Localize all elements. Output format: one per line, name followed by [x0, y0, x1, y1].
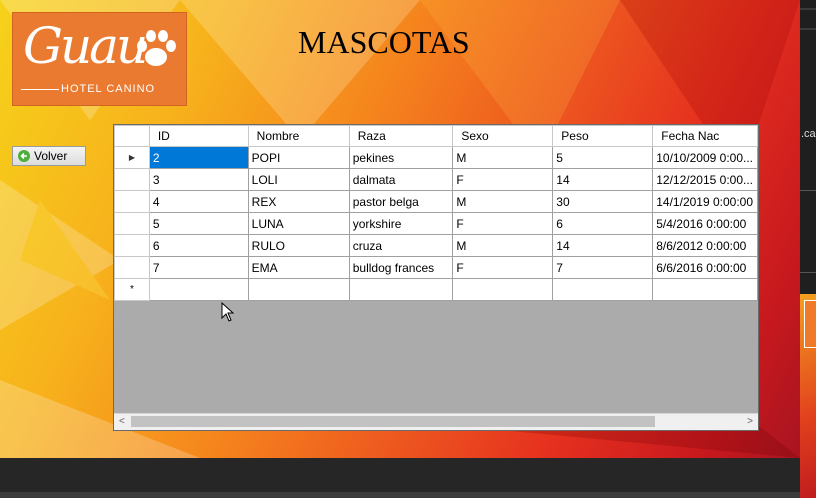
grid-cell[interactable]: [247, 278, 350, 301]
grid-cell[interactable]: F: [452, 168, 554, 191]
column-header-id[interactable]: ID: [148, 125, 249, 147]
grid-cell[interactable]: 7: [552, 256, 654, 279]
grid-cell[interactable]: M: [452, 234, 554, 257]
table-row[interactable]: 7 EMA bulldog frances F 7 6/6/2016 0:00:…: [114, 256, 758, 279]
logo-brand-text: Guau: [23, 17, 148, 75]
grid-cell[interactable]: yorkshire: [348, 212, 454, 235]
grid-cell[interactable]: [552, 278, 654, 301]
grid-cell[interactable]: 4: [148, 190, 249, 213]
column-header-peso[interactable]: Peso: [552, 125, 654, 147]
grid-cell[interactable]: 30: [552, 190, 654, 213]
grid-cell[interactable]: 6/6/2016 0:00:00: [652, 256, 758, 279]
logo-subtitle: HOTEL CANINO: [61, 83, 156, 95]
grid-cell[interactable]: 2: [148, 146, 249, 169]
grid-cell[interactable]: 14: [552, 168, 654, 191]
grid-cell[interactable]: 5: [552, 146, 654, 169]
grid-cell[interactable]: 6: [552, 212, 654, 235]
grid-cell[interactable]: 10/10/2009 0:00...: [652, 146, 758, 169]
column-header-nombre[interactable]: Nombre: [247, 125, 350, 147]
grid-cell[interactable]: M: [452, 146, 554, 169]
mascotas-data-grid[interactable]: ID Nombre Raza Sexo Peso Fecha Nac ▶ 2 P…: [113, 124, 759, 431]
scroll-left-button[interactable]: <: [119, 416, 125, 427]
grid-header-row: ID Nombre Raza Sexo Peso Fecha Nac: [114, 125, 758, 147]
grid-cell[interactable]: pastor belga: [348, 190, 454, 213]
grid-cell[interactable]: LOLI: [247, 168, 350, 191]
grid-cell[interactable]: [652, 278, 758, 301]
table-row[interactable]: 6 RULO cruza M 14 8/6/2012 0:00:00: [114, 234, 758, 257]
volver-button-label: Volver: [34, 149, 68, 163]
row-header-corner[interactable]: [114, 125, 150, 147]
grid-cell[interactable]: F: [452, 256, 554, 279]
grid-cell[interactable]: bulldog frances: [348, 256, 454, 279]
grid-cell[interactable]: [348, 278, 454, 301]
grid-cell[interactable]: POPI: [247, 146, 350, 169]
page-title: MASCOTAS: [298, 24, 470, 60]
grid-cell[interactable]: dalmata: [348, 168, 454, 191]
grid-cell[interactable]: 12/12/2015 0:00...: [652, 168, 758, 191]
row-header[interactable]: [114, 256, 150, 279]
row-header[interactable]: [114, 168, 150, 191]
table-row[interactable]: 4 REX pastor belga M 30 14/1/2019 0:00:0…: [114, 190, 758, 213]
grid-cell[interactable]: LUNA: [247, 212, 350, 235]
grid-cell[interactable]: [148, 278, 249, 301]
row-header[interactable]: [114, 212, 150, 235]
back-arrow-icon: [18, 150, 30, 162]
grid-cell[interactable]: 14/1/2019 0:00:00: [652, 190, 758, 213]
column-header-sexo[interactable]: Sexo: [452, 125, 554, 147]
grid-cell[interactable]: 14: [552, 234, 654, 257]
row-header[interactable]: [114, 190, 150, 213]
row-header[interactable]: [114, 234, 150, 257]
background-window-text: .ca: [801, 128, 816, 140]
grid-cell[interactable]: pekines: [348, 146, 454, 169]
new-row[interactable]: *: [114, 278, 758, 301]
grid-cell[interactable]: 5: [148, 212, 249, 235]
new-row-marker[interactable]: *: [114, 278, 150, 301]
grid-cell[interactable]: 3: [148, 168, 249, 191]
grid-cell[interactable]: EMA: [247, 256, 350, 279]
paw-icon: [137, 30, 176, 66]
grid-cell[interactable]: F: [452, 212, 554, 235]
grid-cell[interactable]: 5/4/2016 0:00:00: [652, 212, 758, 235]
mouse-cursor-icon: [221, 302, 235, 322]
grid-cell[interactable]: M: [452, 190, 554, 213]
background-window-strip: .ca: [800, 0, 816, 498]
current-row-marker[interactable]: ▶: [114, 146, 150, 169]
grid-cell[interactable]: 8/6/2012 0:00:00: [652, 234, 758, 257]
grid-cell[interactable]: cruza: [348, 234, 454, 257]
grid-cell[interactable]: 6: [148, 234, 249, 257]
column-header-raza[interactable]: Raza: [348, 125, 454, 147]
table-row[interactable]: 3 LOLI dalmata F 14 12/12/2015 0:00...: [114, 168, 758, 191]
hotel-logo: Guau HOTEL CANINO: [12, 12, 187, 106]
horizontal-scrollbar[interactable]: < >: [114, 413, 758, 430]
column-header-fecha-nac[interactable]: Fecha Nac: [652, 125, 758, 147]
background-window-image: [800, 294, 816, 498]
table-row[interactable]: ▶ 2 POPI pekines M 5 10/10/2009 0:00...: [114, 146, 758, 169]
table-row[interactable]: 5 LUNA yorkshire F 6 5/4/2016 0:00:00: [114, 212, 758, 235]
grid-cell[interactable]: 7: [148, 256, 249, 279]
grid-cell[interactable]: [452, 278, 554, 301]
scroll-thumb[interactable]: [131, 416, 655, 427]
volver-button[interactable]: Volver: [12, 146, 86, 166]
scroll-right-button[interactable]: >: [747, 416, 753, 427]
grid-cell[interactable]: RULO: [247, 234, 350, 257]
taskbar: [0, 458, 800, 498]
grid-cell[interactable]: REX: [247, 190, 350, 213]
